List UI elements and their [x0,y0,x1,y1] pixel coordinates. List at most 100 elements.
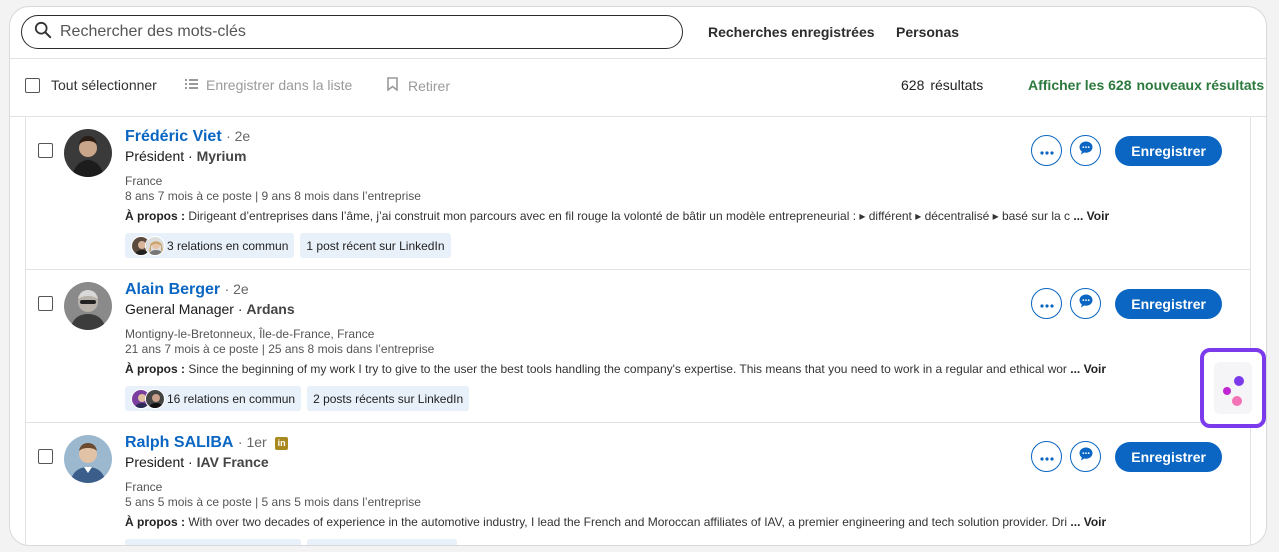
message-button[interactable] [1070,135,1102,166]
avatar [145,235,165,256]
result-card: Frédéric Viet · 2e Président · Myrium Fr… [25,117,1251,270]
result-checkbox[interactable] [38,449,53,464]
results-count-label: résultats [930,77,984,93]
linkedin-icon: in [275,437,289,450]
results-count: 628 résultats [901,77,983,93]
message-button[interactable] [1070,441,1102,472]
recent-posts-text: 1 post récent sur LinkedIn [306,238,445,253]
search-input[interactable] [60,23,620,41]
insights [125,539,457,545]
location: Montigny-le-Bretonneux, Île-de-France, F… [125,327,375,341]
message-icon [1078,293,1094,314]
about-text: À propos : With over two decades of expe… [125,515,1110,529]
location: France [125,174,163,188]
more-options-button[interactable] [1031,441,1063,472]
connection-degree: · 2e [226,128,251,144]
recent-posts-pill[interactable]: 1 post récent sur LinkedIn [300,233,451,258]
save-lead-button[interactable]: Enregistrer [1115,135,1222,166]
avatar[interactable] [64,435,112,483]
job-title: Président [125,148,185,164]
company-link[interactable]: IAV France [197,454,269,470]
tenure: 8 ans 7 mois à ce poste | 9 ans 8 mois d… [125,189,421,203]
role-line: Président · Myrium [125,148,247,164]
shared-connections-pill[interactable]: 16 relations en commun [125,386,302,411]
result-name-line: Frédéric Viet · 2e [125,128,250,146]
more-options-button[interactable] [1031,288,1063,319]
about-text: À propos : Dirigeant d’entreprises dans … [125,209,1110,223]
connection-degree: · 2e [224,281,249,297]
result-checkbox[interactable] [38,296,53,311]
search-box[interactable] [21,15,683,49]
avatar [145,388,165,409]
recent-posts-pill[interactable]: 2 posts récents sur LinkedIn [307,386,470,411]
role-line: President · IAV France [125,454,269,470]
shared-connections-pill[interactable]: 3 relations en commun [125,233,295,258]
message-icon [1078,140,1094,161]
about-label: À propos : [125,515,185,529]
card-actions: Enregistrer [1031,441,1222,472]
select-all-control[interactable]: Tout sélectionner [25,77,157,93]
more-options-button[interactable] [1031,135,1063,166]
search-icon [34,21,52,44]
recent-posts-pill[interactable] [307,539,457,545]
avatar[interactable] [64,129,112,177]
connection-avatars [131,388,165,409]
ellipsis-icon [1040,142,1054,160]
about-text: À propos : Since the beginning of my wor… [125,362,1110,376]
avatar[interactable] [64,282,112,330]
select-all-label: Tout sélectionner [51,77,157,93]
about-label: À propos : [125,209,185,223]
save-to-list-label: Enregistrer dans la liste [206,77,353,93]
role-line: General Manager · Ardans [125,301,295,317]
assistant-launcher[interactable] [1214,362,1252,414]
result-name-line: Ralph SALIBA · 1er in [125,434,289,452]
job-title: General Manager [125,301,234,317]
save-lead-button[interactable]: Enregistrer [1115,288,1222,319]
results-count-value: 628 [901,77,925,93]
see-more-link[interactable]: ... Voir plus [1070,515,1110,529]
profile-name-link[interactable]: Ralph SALIBA [125,434,233,451]
profile-name-link[interactable]: Alain Berger [125,281,220,298]
recent-posts-text: 2 posts récents sur LinkedIn [313,391,464,406]
save-lead-button[interactable]: Enregistrer [1115,441,1222,472]
show-new-results-link[interactable]: Afficher les 628 nouveaux résultats [1028,77,1264,93]
shared-connections-text: 16 relations en commun [167,391,296,406]
top-bar: Recherches enregistrées Personas [10,7,1266,59]
card-actions: Enregistrer [1031,288,1222,319]
list-icon [185,77,198,93]
company-link[interactable]: Myrium [197,148,247,164]
bookmark-icon [387,77,398,94]
connection-degree: · 1er [237,434,267,450]
select-all-checkbox[interactable] [25,77,40,93]
profile-name-link[interactable]: Frédéric Viet [125,128,222,145]
message-button[interactable] [1070,288,1102,319]
about-body: Dirigeant d’entreprises dans l’âme, j’ai… [188,209,1070,223]
result-card: Alain Berger · 2e General Manager · Arda… [25,270,1251,423]
connection-avatars [131,235,165,256]
saved-searches-link[interactable]: Recherches enregistrées [708,24,875,40]
result-checkbox[interactable] [38,143,53,158]
card-actions: Enregistrer [1031,135,1222,166]
result-card: Ralph SALIBA · 1er in President · IAV Fr… [25,423,1251,545]
ellipsis-icon [1040,448,1054,466]
shared-connections-pill[interactable] [125,539,301,545]
company-link[interactable]: Ardans [246,301,294,317]
message-icon [1078,446,1094,467]
remove-label: Retirer [408,77,451,94]
location: France [125,480,163,494]
new-results-suffix: nouveaux résultats [1136,77,1265,93]
result-name-line: Alain Berger · 2e [125,281,249,299]
assistant-widget[interactable] [1200,348,1266,428]
remove-button[interactable]: Retirer [387,77,450,94]
see-more-link[interactable]: ... Voir plus [1070,362,1110,376]
see-more-link[interactable]: ... Voir plus [1073,209,1110,223]
insights: 16 relations en commun 2 posts récents s… [125,386,470,411]
shared-connections-text: 3 relations en commun [167,238,289,253]
about-label: À propos : [125,362,185,376]
tenure: 21 ans 7 mois à ce poste | 25 ans 8 mois… [125,342,435,356]
results-toolbar: Tout sélectionner Enregistrer dans la li… [10,59,1266,117]
personas-link[interactable]: Personas [896,24,959,40]
ellipsis-icon [1040,295,1054,313]
about-body: Since the beginning of my work I try to … [188,362,1067,376]
save-to-list-button[interactable]: Enregistrer dans la liste [185,77,352,93]
